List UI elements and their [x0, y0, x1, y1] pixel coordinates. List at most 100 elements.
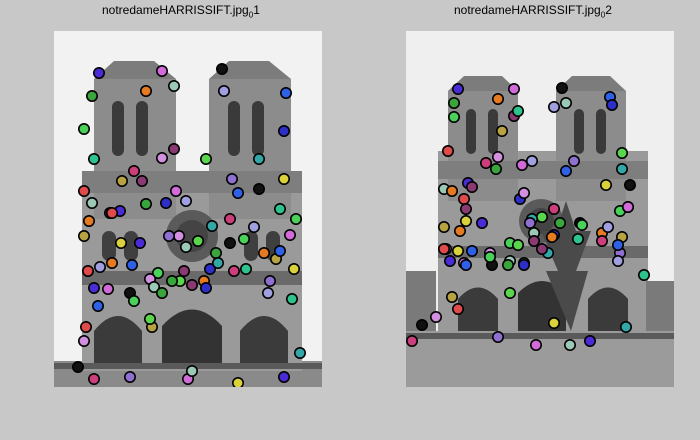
keypoint-marker: [457, 193, 470, 206]
keypoint-marker: [166, 275, 179, 288]
keypoint-marker: [465, 181, 478, 194]
figure-2-title: notredameHARRISSIFT.jpg02: [454, 3, 612, 19]
keypoint-marker: [168, 79, 181, 92]
keypoint-marker: [77, 334, 90, 347]
keypoint-marker: [115, 175, 128, 188]
image-panel-2: [406, 31, 674, 387]
keypoint-marker: [136, 175, 149, 188]
keypoint-marker: [445, 290, 458, 303]
keypoint-marker: [556, 81, 569, 94]
figure-1-title: notredameHARRISSIFT.jpg01: [102, 3, 260, 19]
keypoint-marker: [156, 152, 169, 165]
keypoint-marker: [416, 318, 428, 331]
keypoint-marker: [168, 143, 181, 156]
keypoint-marker: [156, 286, 169, 299]
keypoint-marker: [280, 86, 293, 99]
keypoint-marker: [81, 265, 94, 278]
keypoint-marker: [447, 111, 460, 124]
keypoint-marker: [508, 82, 521, 95]
keypoint-marker: [232, 377, 244, 387]
keypoint-marker: [453, 225, 466, 238]
keypoint-marker: [253, 183, 266, 196]
keypoint-marker: [114, 237, 127, 250]
keypoint-marker: [459, 215, 472, 228]
figure-1-title-suffix: 1: [253, 3, 260, 17]
keypoint-marker: [620, 320, 633, 333]
keypoint-marker: [616, 147, 629, 160]
keypoint-marker: [288, 263, 301, 276]
keypoint-marker: [200, 282, 213, 295]
keypoint-marker: [232, 187, 245, 200]
keypoint-marker: [140, 84, 153, 97]
keypoint-marker: [278, 173, 291, 186]
keypoint-marker: [441, 145, 454, 158]
keypoint-marker: [602, 221, 615, 234]
keypoint-marker: [224, 237, 237, 250]
keypoint-marker: [504, 286, 517, 299]
keypoint-marker: [459, 203, 472, 216]
keypoint-marker: [200, 153, 213, 166]
keypoint-marker: [484, 251, 497, 264]
keypoint-marker: [600, 179, 613, 192]
keypoint-marker: [612, 239, 625, 252]
keypoint-marker: [170, 185, 183, 198]
keypoint-marker: [212, 257, 225, 270]
keypoint-marker: [459, 259, 472, 272]
keypoint-marker: [186, 279, 199, 292]
keypoint-marker: [178, 265, 191, 278]
keypoint-marker: [606, 99, 619, 112]
cathedral-image-1: [54, 31, 322, 387]
keypoint-marker: [447, 97, 460, 110]
keypoint-marker: [451, 245, 464, 258]
keypoint-marker: [126, 259, 139, 272]
keypoint-marker: [564, 338, 577, 351]
keypoint-marker: [85, 197, 98, 210]
keypoint-marker: [128, 165, 141, 178]
keypoint-marker: [140, 198, 153, 211]
keypoint-marker: [240, 263, 253, 276]
keypoint-marker: [87, 372, 100, 385]
keypoint-marker: [502, 259, 515, 272]
keypoint-marker: [228, 265, 241, 278]
keypoint-marker: [258, 247, 271, 260]
keypoint-marker: [512, 105, 525, 118]
keypoint-marker: [518, 259, 531, 272]
figure-2-title-main: notredameHARRISSIFT.jpg: [454, 3, 601, 17]
keypoint-marker: [105, 207, 118, 220]
keypoint-marker: [248, 221, 261, 234]
keypoint-marker: [274, 245, 287, 258]
keypoint-marker: [429, 310, 442, 323]
keypoint-marker: [554, 217, 567, 230]
keypoint-marker: [638, 269, 651, 282]
keypoint-marker: [85, 89, 98, 102]
keypoint-marker: [437, 243, 450, 256]
keypoint-marker: [518, 187, 531, 200]
keypoint-marker: [253, 153, 266, 166]
keypoint-marker: [105, 257, 118, 270]
keypoint-marker: [443, 255, 456, 268]
keypoint-marker: [536, 211, 549, 224]
keypoint-marker: [536, 243, 549, 256]
keypoint-marker: [524, 217, 537, 230]
keypoint-marker: [576, 219, 589, 232]
keypoint-marker: [192, 235, 205, 248]
keypoint-marker: [77, 185, 90, 198]
keypoint-marker: [101, 283, 114, 296]
keypoint-marker: [180, 241, 193, 254]
keypoint-marker: [278, 125, 291, 138]
keypoint-marker: [264, 275, 277, 288]
keypoint-marker: [87, 153, 100, 166]
keypoint-marker: [274, 203, 287, 216]
keypoint-marker: [79, 320, 92, 333]
keypoint-marker: [584, 334, 597, 347]
keypoint-marker: [284, 229, 297, 242]
keypoint-marker: [77, 123, 90, 136]
keypoint-marker: [124, 370, 137, 383]
keypoint-marker: [572, 233, 585, 246]
keypoint-marker: [616, 163, 629, 176]
keypoint-marker: [476, 217, 489, 230]
keypoint-marker: [526, 155, 539, 168]
keypoint-marker: [568, 155, 581, 168]
keypoint-marker: [445, 185, 458, 198]
keypoint-marker: [624, 179, 637, 192]
